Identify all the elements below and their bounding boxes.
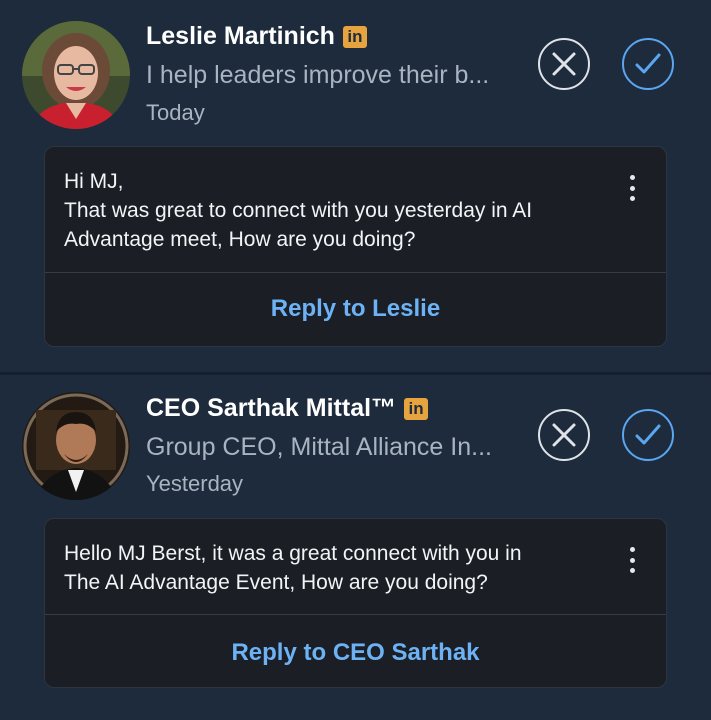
invitation-time: Yesterday	[146, 471, 244, 496]
member-name[interactable]: CEO Sarthak Mittal™	[146, 394, 396, 423]
avatar[interactable]	[22, 392, 130, 500]
close-icon	[552, 423, 576, 447]
reply-button[interactable]: Reply to Leslie	[45, 295, 666, 323]
card-divider	[45, 614, 666, 615]
reply-button[interactable]: Reply to CEO Sarthak	[45, 639, 666, 667]
message-line: Hello MJ Berst, it was a great connect w…	[64, 542, 522, 565]
ignore-button[interactable]	[538, 38, 590, 90]
ignore-button[interactable]	[538, 409, 590, 461]
check-icon	[635, 53, 661, 74]
accept-button[interactable]	[622, 38, 674, 90]
linkedin-icon: in	[342, 25, 367, 48]
member-name[interactable]: Leslie Martinich	[146, 22, 335, 51]
message-line: The AI Advantage Event, How are you doin…	[64, 571, 488, 594]
avatar[interactable]	[22, 21, 130, 129]
message-line: That was great to connect with you yeste…	[64, 199, 533, 222]
avatar-photo	[22, 21, 130, 129]
message-card: Hi MJ, That was great to connect with yo…	[44, 146, 667, 347]
name-row: CEO Sarthak Mittal™ in	[146, 394, 429, 423]
name-row: Leslie Martinich in	[146, 22, 367, 51]
invitation-item: Leslie Martinich in I help leaders impro…	[0, 0, 711, 372]
message-text: Hi MJ, That was great to connect with yo…	[64, 167, 584, 254]
accept-button[interactable]	[622, 409, 674, 461]
linkedin-icon: in	[404, 397, 429, 420]
more-options-icon[interactable]	[628, 175, 636, 201]
more-options-icon[interactable]	[628, 547, 636, 573]
member-headline: Group CEO, Mittal Alliance In...	[146, 433, 492, 461]
message-text: Hello MJ Berst, it was a great connect w…	[64, 539, 584, 597]
member-headline: I help leaders improve their b...	[146, 61, 490, 89]
invitation-time: Today	[146, 100, 205, 125]
message-line: Hi MJ,	[64, 170, 124, 193]
check-icon	[635, 424, 661, 445]
close-icon	[552, 52, 576, 76]
message-line: Advantage meet, How are you doing?	[64, 228, 416, 251]
card-divider	[45, 272, 666, 273]
invitation-item: CEO Sarthak Mittal™ in Group CEO, Mittal…	[0, 375, 711, 720]
message-card: Hello MJ Berst, it was a great connect w…	[44, 518, 667, 688]
avatar-photo	[22, 392, 130, 500]
